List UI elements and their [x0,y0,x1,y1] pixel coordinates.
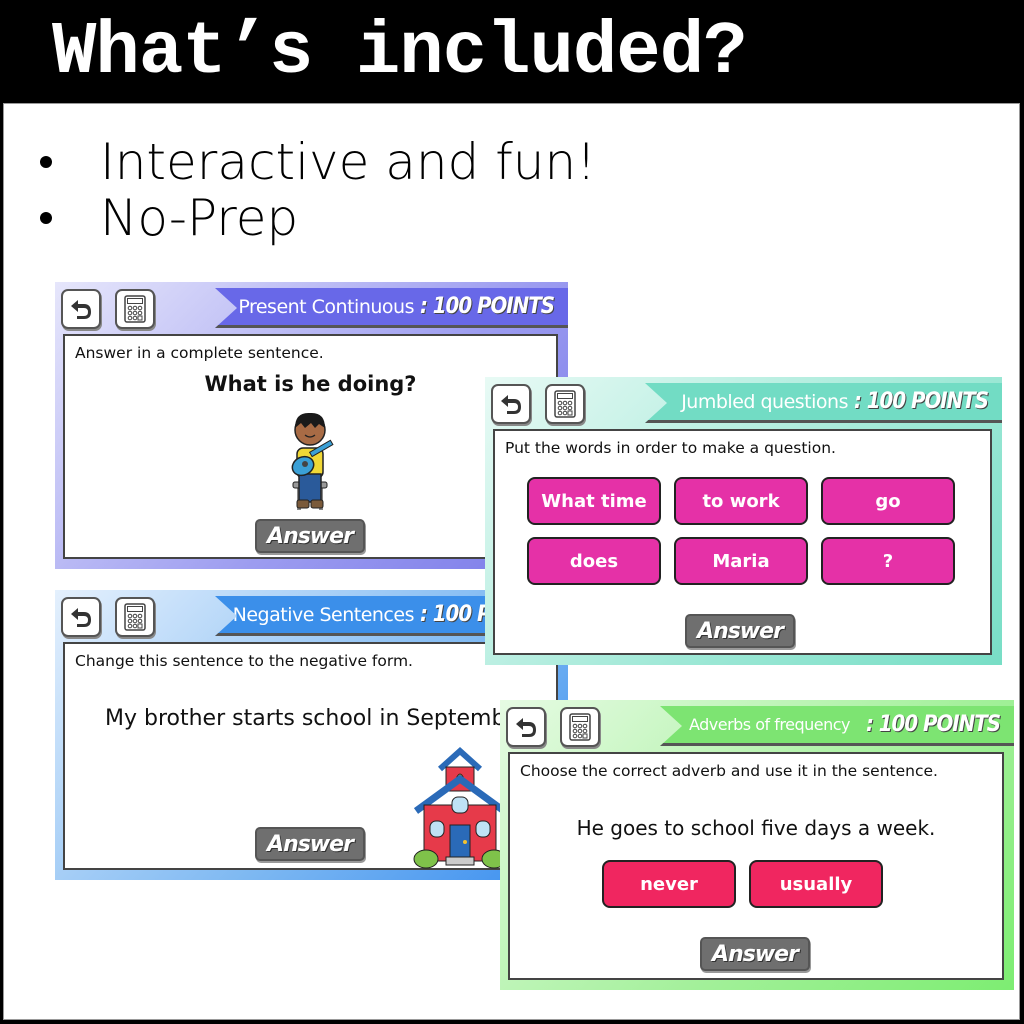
word-tile[interactable]: What time [527,477,661,525]
points-label: : 100 POINTS [865,712,1001,737]
word-tile[interactable]: Maria [674,537,808,585]
instruction-text: Choose the correct adverb and use it in … [520,762,938,780]
calculator-icon [124,603,146,631]
feature-text: Interactive and fun! [100,133,597,191]
word-tile[interactable]: ? [821,537,955,585]
feature-list: Interactive and fun! No-Prep [32,134,596,246]
adverb-option[interactable]: usually [749,860,883,908]
topic-label: Jumbled questions [681,390,848,413]
sentence-text: My brother starts school in September. [105,706,533,731]
back-button[interactable] [61,597,101,637]
question-text: What is he doing? [204,372,417,396]
instruction-text: Change this sentence to the negative for… [75,652,413,670]
slide-jumbled-questions: Jumbled questions : 100 POINTS Put the w… [485,377,1002,665]
undo-arrow-icon [501,395,521,414]
answer-button[interactable]: Answer [700,937,810,971]
feature-item: No-Prep [32,190,596,246]
points-label: : 100 POINTS [419,294,555,319]
instruction-text: Answer in a complete sentence. [75,344,324,362]
question-panel: Choose the correct adverb and use it in … [508,752,1004,980]
calculator-button[interactable] [115,597,155,637]
question-panel: Answer in a complete sentence. What is h… [63,334,558,559]
bullet-icon [40,212,52,224]
slide-topbar: Adverbs of frequency : 100 POINTS [500,700,1014,750]
undo-arrow-icon [71,300,91,319]
topic-banner: Jumbled questions : 100 POINTS [645,383,1002,423]
adverb-option[interactable]: never [602,860,736,908]
answer-button[interactable]: Answer [255,827,365,861]
slide-topbar: Present Continuous : 100 POINTS [55,282,568,332]
topic-label: Negative Sentences [232,603,415,626]
topic-label: Present Continuous [238,295,414,318]
question-panel: Change this sentence to the negative for… [63,642,558,870]
back-button[interactable] [61,289,101,329]
slide-adverbs-of-frequency: Adverbs of frequency : 100 POINTS Choose… [500,700,1014,990]
calculator-button[interactable] [560,707,600,747]
answer-button[interactable]: Answer [255,519,365,553]
calculator-icon [124,295,146,323]
header-bar: What’s included? [0,0,1024,103]
back-button[interactable] [506,707,546,747]
slide-topbar: Jumbled questions : 100 POINTS [485,377,1002,427]
schoolhouse-illustration [413,746,507,869]
boy-playing-guitar-illustration [291,412,334,510]
topic-banner: Present Continuous : 100 POINTS [215,288,568,328]
answer-button[interactable]: Answer [685,614,795,648]
points-label: : 100 POINTS [853,389,989,414]
calculator-button[interactable] [545,384,585,424]
feature-item: Interactive and fun! [32,134,596,190]
undo-arrow-icon [71,608,91,627]
calculator-icon [569,713,591,741]
calculator-button[interactable] [115,289,155,329]
undo-arrow-icon [516,718,536,737]
topic-banner: Adverbs of frequency : 100 POINTS [660,706,1014,746]
word-tile[interactable]: go [821,477,955,525]
back-button[interactable] [491,384,531,424]
word-tile[interactable]: does [527,537,661,585]
topic-label: Adverbs of frequency [688,715,851,734]
calculator-icon [554,390,576,418]
word-tile[interactable]: to work [674,477,808,525]
bullet-icon [40,156,52,168]
page-title: What’s included? [52,11,748,95]
instruction-text: Put the words in order to make a questio… [505,439,836,457]
feature-text: No-Prep [100,189,299,247]
sentence-text: He goes to school five days a week. [576,816,936,840]
question-panel: Put the words in order to make a questio… [493,429,992,655]
